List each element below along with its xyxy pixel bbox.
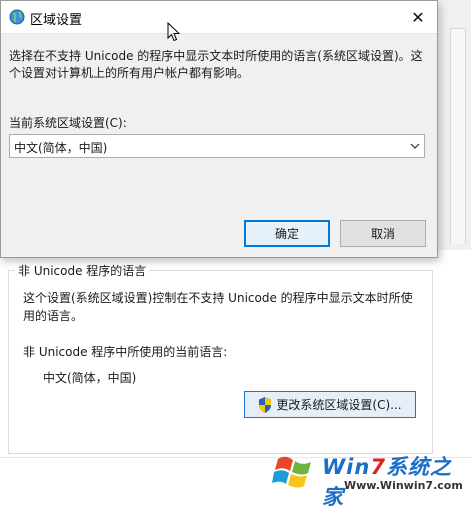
group-legend: 非 Unicode 程序的语言 (15, 262, 150, 279)
ok-button[interactable]: 确定 (244, 220, 330, 247)
close-icon: ✕ (411, 7, 425, 27)
change-system-locale-button[interactable]: 更改系统区域设置(C)... (244, 391, 416, 418)
watermark-brand-seven: 7 (370, 455, 386, 479)
globe-icon (9, 9, 25, 25)
region-settings-dialog: 区域设置 ✕ 选择在不支持 Unicode 的程序中显示文本时所使用的语言(系统… (0, 0, 438, 258)
group-description: 这个设置(系统区域设置)控制在不支持 Unicode 的程序中显示文本时所使用的… (23, 291, 413, 323)
windows-logo-icon (272, 456, 311, 488)
dialog-title: 区域设置 (30, 13, 83, 28)
current-system-locale-label: 当前系统区域设置(C): (9, 116, 127, 130)
background-scroll-area (440, 0, 471, 270)
cancel-button[interactable]: 取消 (340, 220, 426, 247)
uac-shield-icon (259, 396, 272, 413)
mouse-cursor-icon (167, 22, 181, 42)
dialog-description: 选择在不支持 Unicode 的程序中显示文本时所使用的语言(系统区域设置)。这… (9, 49, 423, 80)
current-language-value: 中文(简体，中国) (43, 371, 137, 385)
non-unicode-language-group: 非 Unicode 程序的语言 这个设置(系统区域设置)控制在不支持 Unico… (8, 262, 433, 454)
scrollbar-track[interactable] (450, 44, 466, 244)
dialog-titlebar[interactable]: 区域设置 ✕ (1, 1, 437, 34)
cancel-button-label: 取消 (370, 227, 395, 241)
watermark-brand-prefix: Win (322, 455, 371, 479)
system-locale-dropdown[interactable]: 中文(简体，中国) (9, 134, 425, 158)
close-button[interactable]: ✕ (406, 7, 430, 27)
current-language-label: 非 Unicode 程序中所使用的当前语言: (23, 345, 228, 359)
watermark-url: Www.Winwin7.com (344, 479, 463, 492)
system-locale-selected: 中文(简体，中国) (14, 141, 108, 155)
change-system-locale-label: 更改系统区域设置(C)... (276, 398, 402, 412)
chevron-down-icon (410, 143, 420, 149)
site-watermark: Win7系统之家 Www.Winwin7.com (272, 447, 468, 509)
ok-button-label: 确定 (274, 227, 299, 241)
